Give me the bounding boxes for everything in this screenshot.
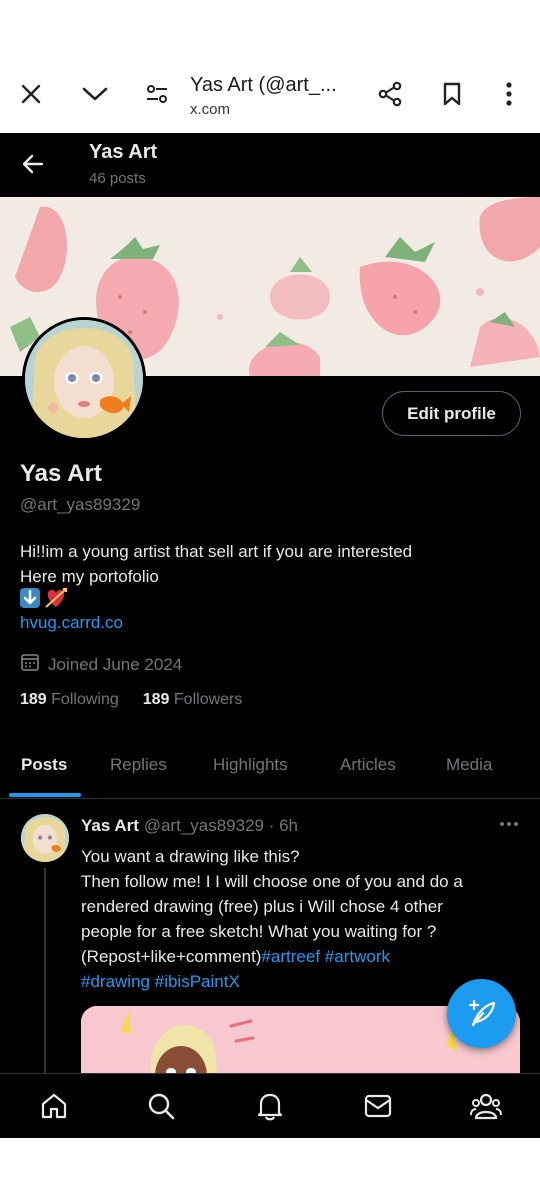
profile-display-name: Yas Art [20,460,102,487]
chevron-down-icon[interactable] [77,76,113,112]
post-author-avatar[interactable] [21,814,69,862]
post-author-handle[interactable]: @art_yas89329 [144,816,264,835]
post-text-line: You want a drawing like this? [81,847,300,866]
profile-avatar[interactable] [22,317,146,441]
x-profile-page: Yas Art 46 posts Edit profile Yas Art @a… [0,133,540,1138]
follow-stats: 189 Following 189 Followers [20,691,242,709]
followers-count: 189 [142,691,170,708]
heart-arrow-emoji [44,587,68,614]
hashtag-link[interactable]: #ibisPaintX [155,972,240,991]
notifications-icon[interactable] [252,1088,288,1124]
profile-website-link[interactable]: hvug.carrd.co [20,613,123,633]
bottom-navigation [0,1073,540,1138]
post-text-line: people for a free sketch! What you waiti… [81,922,437,941]
down-arrow-emoji [20,587,40,613]
browser-toolbar: Yas Art (@art_... x.com [0,0,540,133]
followers-label: Followers [173,691,243,708]
profile-tabs: Posts Replies Highlights Articles Media [0,743,540,799]
post-text: You want a drawing like this? Then follo… [81,844,521,994]
home-icon[interactable] [36,1088,72,1124]
system-navigation-area [0,1138,540,1200]
compose-post-button[interactable] [447,979,516,1048]
profile-handle: @art_yas89329 [20,495,141,514]
bio-line: Here my portofolio [20,567,159,586]
post-more-icon[interactable] [496,814,522,834]
back-arrow-icon[interactable] [14,145,52,183]
profile-bio: Hi!!im a young artist that sell art if y… [20,539,412,589]
post-text-line: Then follow me! I I will choose one of y… [81,872,463,891]
browser-page-title[interactable]: Yas Art (@art_... [190,74,337,97]
profile-header-bar: Yas Art 46 posts [0,133,540,197]
post-author-name[interactable]: Yas Art [81,816,139,835]
tab-articles[interactable]: Articles [340,755,396,775]
tab-replies[interactable]: Replies [110,755,167,775]
calendar-icon [20,652,40,677]
hashtag-link[interactable]: #drawing [81,972,150,991]
hashtag-link[interactable]: #artwork [325,947,390,966]
search-icon[interactable] [143,1088,179,1124]
tab-media[interactable]: Media [446,755,492,775]
following-link[interactable]: 189 Following [20,691,119,709]
edit-profile-button[interactable]: Edit profile [382,391,521,436]
post-text-line: rendered drawing (free) plus i Will chos… [81,897,443,916]
browser-url[interactable]: x.com [190,101,230,118]
hashtag-link[interactable]: #artreef [261,947,320,966]
bio-line: Hi!!im a young artist that sell art if y… [20,542,413,561]
communities-icon[interactable] [468,1088,504,1124]
compose-feather-icon [468,999,495,1026]
following-label: Following [51,691,119,708]
header-profile-name: Yas Art [89,141,158,163]
more-vertical-icon[interactable] [491,76,527,112]
following-count: 189 [20,691,47,708]
followers-link[interactable]: 189 Followers [143,691,243,709]
messages-icon[interactable] [360,1088,396,1124]
profile-joined-date: Joined June 2024 [20,652,182,677]
bio-emoji-row [20,587,68,614]
post-header: Yas Art @art_yas89329 · 6h [81,816,298,836]
active-tab-indicator [9,793,81,797]
header-post-count: 46 posts [89,170,146,187]
post-time[interactable]: · 6h [269,816,298,835]
joined-text: Joined June 2024 [48,654,183,674]
site-settings-icon[interactable] [139,76,175,112]
bookmark-icon[interactable] [434,76,470,112]
share-icon[interactable] [372,76,408,112]
close-icon[interactable] [13,76,49,112]
tab-posts[interactable]: Posts [21,755,67,775]
tab-highlights[interactable]: Highlights [213,755,288,775]
post-text-line: (Repost+like+comment) [81,947,262,966]
